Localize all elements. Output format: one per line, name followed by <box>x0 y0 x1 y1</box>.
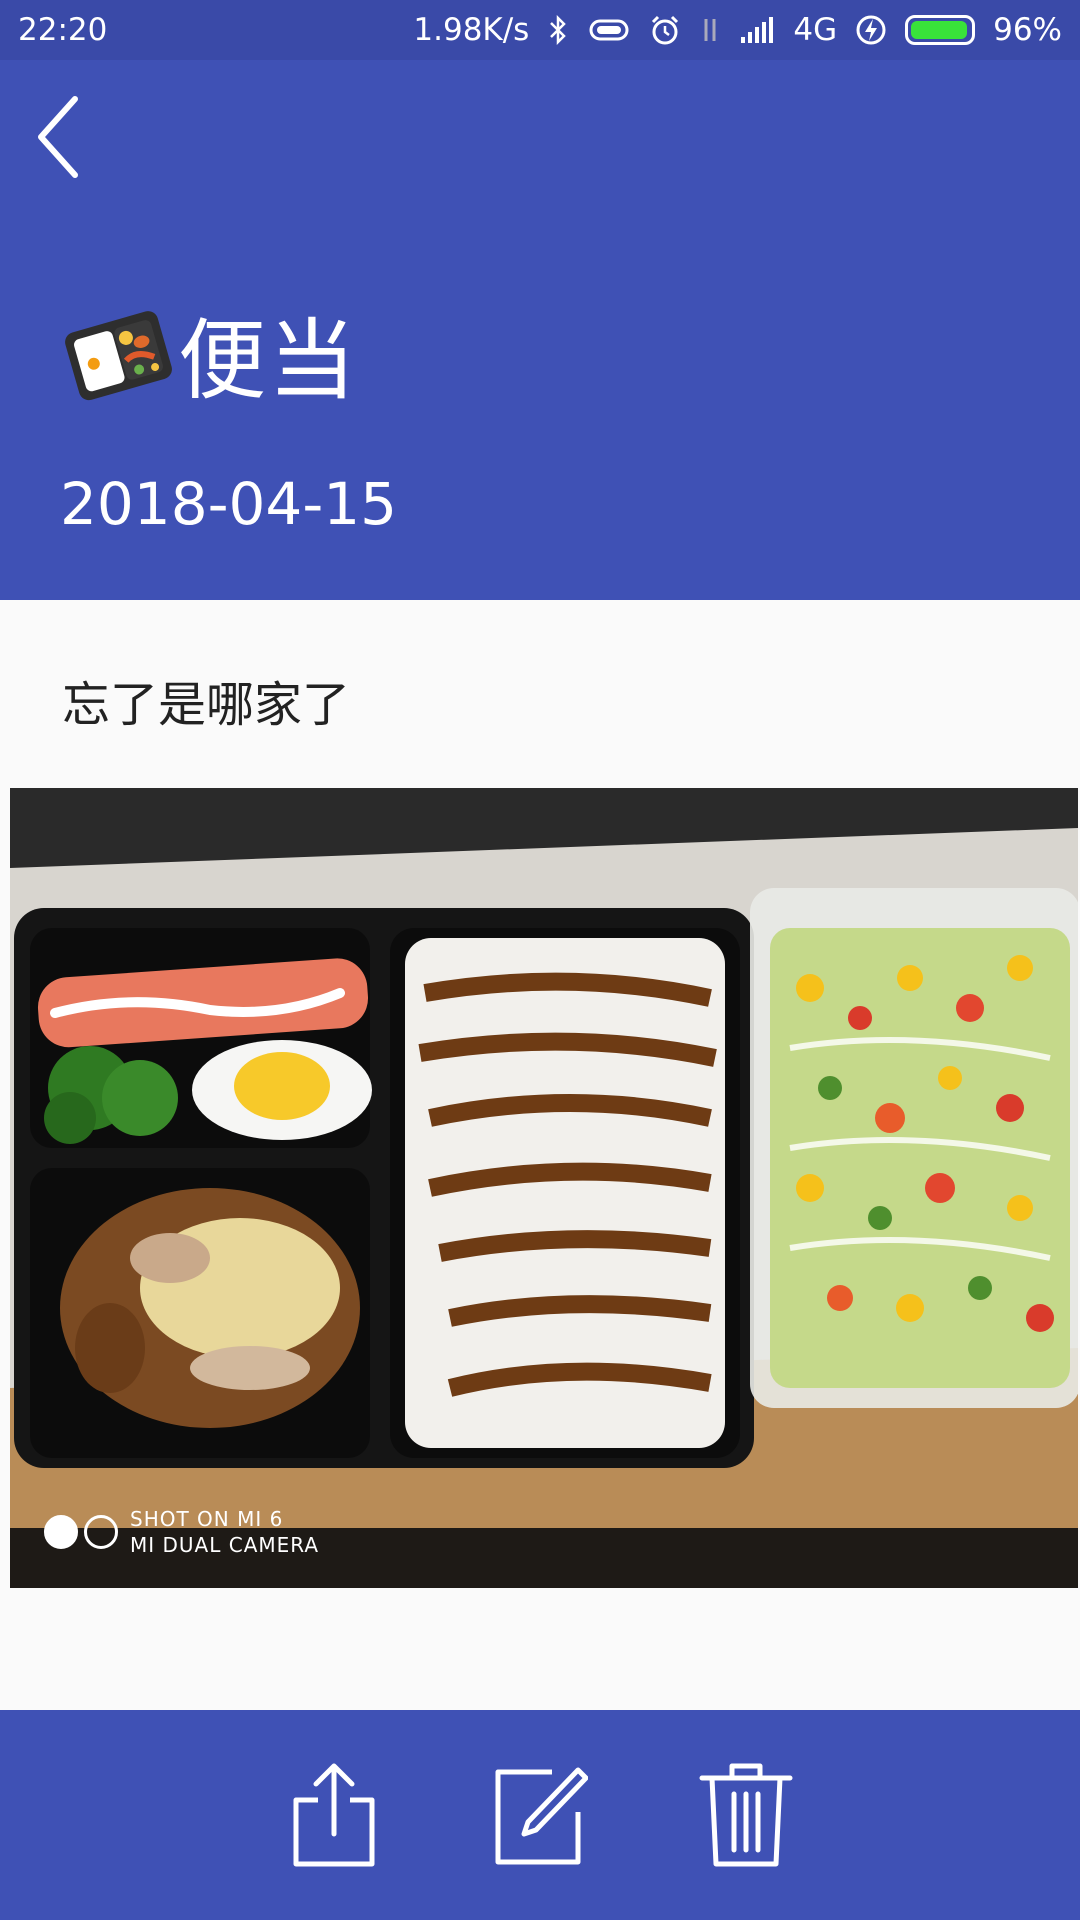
delete-button[interactable] <box>698 1760 794 1870</box>
network-type: 4G <box>793 12 838 48</box>
watermark-text: SHOT ON MI 6 MI DUAL CAMERA <box>130 1506 319 1558</box>
watermark-line2: MI DUAL CAMERA <box>130 1533 320 1557</box>
watermark-dot-outline <box>84 1515 118 1549</box>
watermark-dot-filled <box>44 1515 78 1549</box>
bento-box-icon <box>65 310 172 400</box>
status-bar: 22:20 1.98K/s 4G 96% <box>0 0 1080 60</box>
data-arrows-icon <box>699 15 721 45</box>
edit-button[interactable] <box>492 1760 588 1870</box>
share-icon <box>293 1763 375 1867</box>
status-time: 22:20 <box>18 12 108 48</box>
signal-icon <box>739 15 775 45</box>
camera-watermark: SHOT ON MI 6 MI DUAL CAMERA <box>44 1506 319 1558</box>
food-photo[interactable]: SHOT ON MI 6 MI DUAL CAMERA <box>10 788 1078 1588</box>
page-title: 便当 <box>178 309 359 412</box>
header: 便当 2018-04-15 <box>0 60 1080 600</box>
status-icons: 1.98K/s 4G 96% <box>413 12 1062 48</box>
battery-percent: 96% <box>993 12 1062 48</box>
share-button[interactable] <box>286 1760 382 1870</box>
chevron-left-icon <box>38 96 78 178</box>
watermark-dots <box>44 1515 118 1549</box>
back-button[interactable] <box>28 92 88 182</box>
bottom-action-bar <box>0 1710 1080 1920</box>
bluetooth-icon <box>547 15 569 45</box>
entry-date: 2018-04-15 <box>60 470 398 538</box>
alarm-icon <box>649 14 681 46</box>
edit-icon <box>495 1767 588 1865</box>
network-speed: 1.98K/s <box>413 12 530 48</box>
title-row: 便当 <box>62 290 358 417</box>
battery-icon <box>905 15 976 45</box>
delete-icon <box>699 1763 793 1867</box>
photo-content <box>10 788 1078 1588</box>
note-text: 忘了是哪家了 <box>62 677 351 733</box>
charging-icon <box>855 14 887 46</box>
watermark-line1: SHOT ON MI 6 <box>130 1507 284 1531</box>
battery-level <box>911 21 967 39</box>
vibrate-icon <box>587 15 631 45</box>
